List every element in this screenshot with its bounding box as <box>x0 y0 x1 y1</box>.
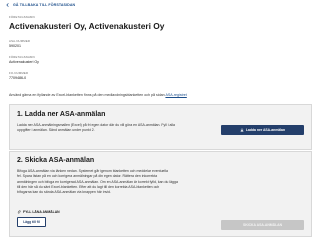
intro-body: Använd gärna en ifyllande av Excel-blank… <box>9 93 166 97</box>
submit-step-card: 2. Skicka ASA-anmälan Bifoga ASA-anmälan… <box>9 151 312 237</box>
step2-text-line: bifogarna kan du sända ASA-anmälan via k… <box>17 190 111 195</box>
paperclip-icon <box>17 210 21 214</box>
step1-text-line: uppgifter i anmälan. Sänd anmälan under … <box>17 128 95 133</box>
intro-text: Använd gärna en ifyllande av Excel-blank… <box>9 93 313 97</box>
submit-asa-button[interactable]: SKICKA ASA-ANMÄLAN <box>221 220 304 230</box>
page-title: Activenakusteri Oy, Activenakusteri Oy <box>9 21 165 31</box>
download-button-label: Ladda ner ASA-anmälan <box>245 128 286 132</box>
step1-title: 1. Ladda ner ASA-anmälan <box>17 111 106 118</box>
arrow-left-icon <box>6 3 9 7</box>
company-label: FÖRETAGSNAMN <box>9 15 35 19</box>
step1-text: Ladda ner ASA-anmälningsmallen (Excel) p… <box>17 123 207 134</box>
org-id-label: FO-NUMMER <box>9 71 29 75</box>
org-id-value: 7709486-0 <box>9 76 27 80</box>
business-name-label: FÖRETAGSNAMN <box>9 55 35 59</box>
asa-number-value: 590201 <box>9 44 21 48</box>
download-icon <box>240 128 244 132</box>
step2-text: Bifoga ASA-anmälan via länken nedan. Sys… <box>17 169 217 195</box>
file-section-label: FYLL LÄNA ANMÄLAN <box>17 210 60 214</box>
asa-number-label: ASA-NUMMER <box>9 39 31 43</box>
step2-title: 2. Skicka ASA-anmälan <box>17 157 95 164</box>
download-button[interactable]: Ladda ner ASA-anmälan <box>221 125 304 135</box>
asa-register-link[interactable]: ASA-registret <box>165 93 186 97</box>
back-to-home-link[interactable]: GÅ TILLBAKA TILL FÖRSTASIDAN <box>6 3 75 7</box>
add-file-button[interactable]: Lägg till fil <box>17 217 46 227</box>
back-link-label: GÅ TILLBAKA TILL FÖRSTASIDAN <box>13 3 76 7</box>
business-name-value: Activenakusteri Oy <box>9 60 39 64</box>
download-step-card: 1. Ladda ner ASA-anmälan Ladda ner ASA-a… <box>9 104 312 150</box>
file-section-label-text: FYLL LÄNA ANMÄLAN <box>23 210 60 214</box>
